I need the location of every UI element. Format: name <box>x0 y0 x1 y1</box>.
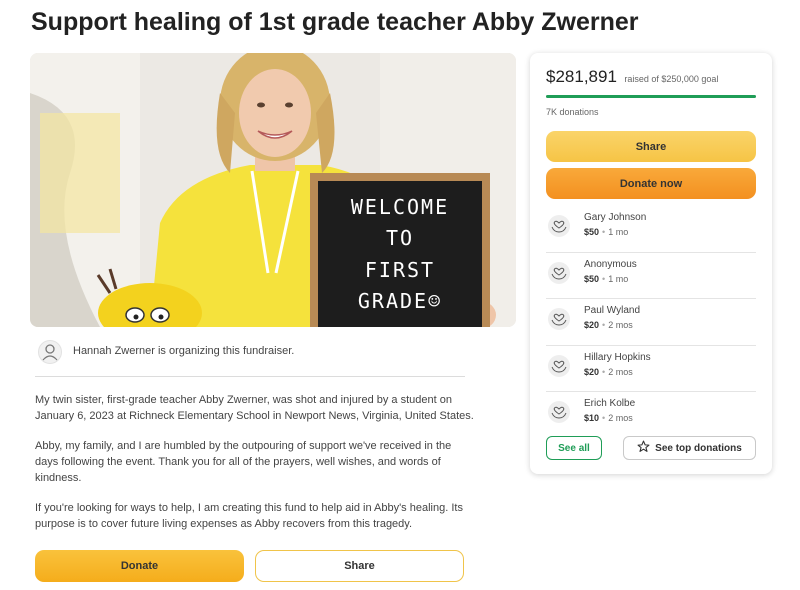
page-title: Support healing of 1st grade teacher Abb… <box>31 8 639 36</box>
donor-name: Gary Johnson <box>584 212 647 223</box>
donation-time: 2 mos <box>608 413 633 423</box>
donation-item: Gary Johnson $50 • 1 mo <box>546 206 756 253</box>
donation-time: 2 mos <box>608 320 633 330</box>
donate-now-button[interactable]: Donate now <box>546 168 756 199</box>
heart-hands-icon <box>548 261 570 284</box>
donation-amount: $50 <box>584 273 600 284</box>
heart-hands-icon <box>548 308 570 330</box>
raised-amount: $281,891 <box>546 67 617 86</box>
share-button[interactable]: Share <box>255 550 464 582</box>
hero-image: WELCOME TO FIRST GRADE☺ <box>30 53 516 327</box>
donor-name: Erich Kolbe <box>584 398 636 409</box>
see-all-button[interactable]: See all <box>546 436 602 460</box>
progress-bar <box>546 95 756 98</box>
raised-summary: $281,891 raised of $250,000 goal <box>546 67 718 87</box>
donor-name: Anonymous <box>584 258 637 270</box>
story-paragraph: If you're looking for ways to help, I am… <box>35 502 463 530</box>
donor-name: Paul Wyland <box>584 305 641 316</box>
heart-hands-icon <box>548 215 570 237</box>
see-top-donations-label: See top donations <box>655 442 742 454</box>
goal-text: raised of $250,000 goal <box>624 74 719 84</box>
heart-hands-icon <box>548 354 570 377</box>
progress-fill <box>546 95 756 98</box>
user-icon <box>38 340 62 364</box>
heart-hands-icon <box>548 401 570 423</box>
donation-list: Gary Johnson $50 • 1 mo Anonymous $50 • 1 mo… <box>546 206 756 439</box>
donation-item: Anonymous $50 • 1 mo <box>546 253 756 299</box>
donation-count: 7K donations <box>546 107 599 117</box>
donation-time: 1 mo <box>608 273 629 284</box>
donor-name: Hillary Hopkins <box>584 351 651 363</box>
letterboard-line-2: TO <box>385 226 415 251</box>
donation-item: Erich Kolbe $10 • 2 mos <box>546 392 756 439</box>
see-top-donations-button[interactable]: See top donations <box>623 436 756 460</box>
story-paragraph: Abby, my family, and I are humbled by th… <box>35 440 452 484</box>
donation-time: 2 mos <box>608 366 633 377</box>
donation-amount: $20 <box>584 320 600 330</box>
share-button-top[interactable]: Share <box>546 131 756 162</box>
letterboard-line-1: WELCOME <box>350 194 450 219</box>
story: My twin sister, first-grade teacher Abby… <box>35 392 475 546</box>
donate-button[interactable]: Donate <box>35 550 244 582</box>
donation-item: Paul Wyland $20 • 2 mos <box>546 299 756 346</box>
letterboard-line-4: GRADE☺ <box>357 289 443 314</box>
donation-amount: $20 <box>584 366 600 377</box>
donation-item: Hillary Hopkins $20 • 2 mos <box>546 346 756 392</box>
star-icon <box>637 440 650 456</box>
donation-amount: $50 <box>584 227 600 237</box>
story-paragraph: My twin sister, first-grade teacher Abby… <box>35 394 474 422</box>
organizer-row: Hannah Zwerner is organizing this fundra… <box>35 340 465 377</box>
donation-card: $281,891 raised of $250,000 goal 7K dona… <box>530 53 772 474</box>
donation-time: 1 mo <box>608 227 629 237</box>
letterboard-line-3: FIRST <box>364 257 436 282</box>
organizer-text: Hannah Zwerner is organizing this fundra… <box>73 345 295 357</box>
donation-amount: $10 <box>584 413 600 423</box>
